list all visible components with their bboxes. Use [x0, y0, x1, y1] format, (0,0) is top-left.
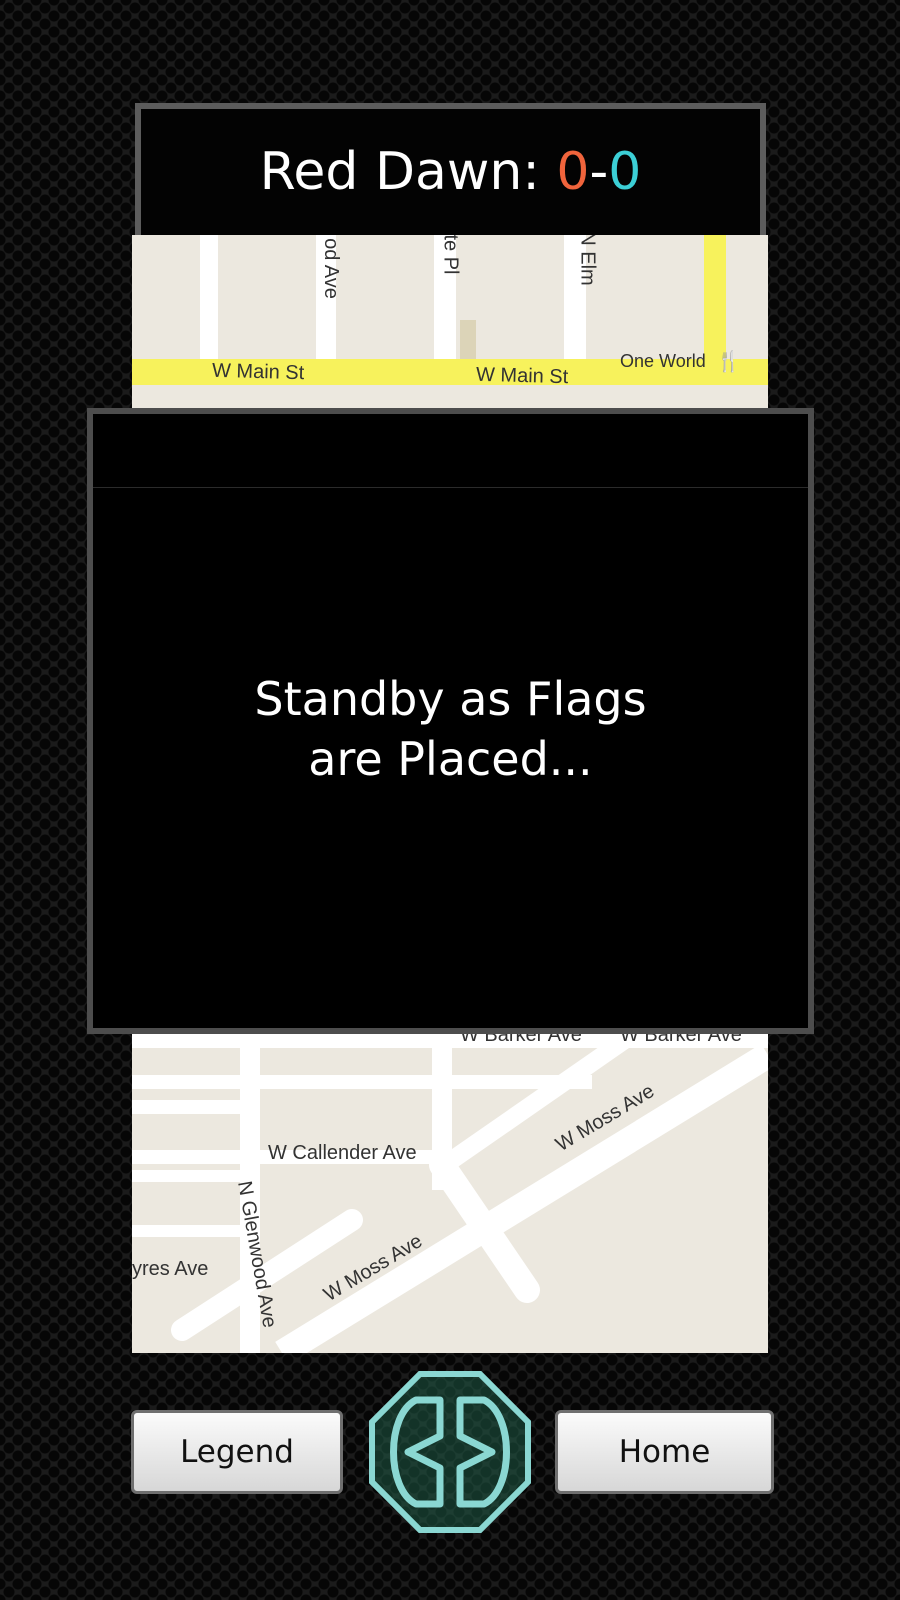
street-label-w-main-st: W Main St	[475, 363, 569, 389]
team-name: Red Dawn:	[259, 142, 540, 202]
dialog-message: Standby as Flags are Placed...	[254, 672, 647, 786]
street-label-w-main-st: W Main St	[211, 359, 305, 385]
standby-dialog: Standby as Flags are Placed...	[87, 408, 814, 1034]
street-label-n-elm: N Elm	[576, 235, 599, 286]
score-separator: -	[589, 142, 609, 202]
home-button[interactable]: Home	[555, 1410, 774, 1494]
game-logo-icon[interactable]	[368, 1370, 532, 1534]
street-label-od-ave: od Ave	[319, 238, 342, 299]
legend-button[interactable]: Legend	[131, 1410, 343, 1494]
dialog-header	[93, 414, 808, 488]
poi-label-one-world: One World	[620, 351, 706, 371]
blue-score: 0	[608, 142, 642, 202]
game-title-bar: Red Dawn: 0-0	[135, 103, 766, 235]
street-label-yres-ave: yres Ave	[132, 1258, 209, 1280]
street-label-te-pl: te Pl	[439, 235, 462, 275]
red-score: 0	[556, 142, 590, 202]
restaurant-icon: 🍴	[716, 351, 741, 373]
street-label-w-callender-ave: W Callender Ave	[268, 1142, 417, 1164]
